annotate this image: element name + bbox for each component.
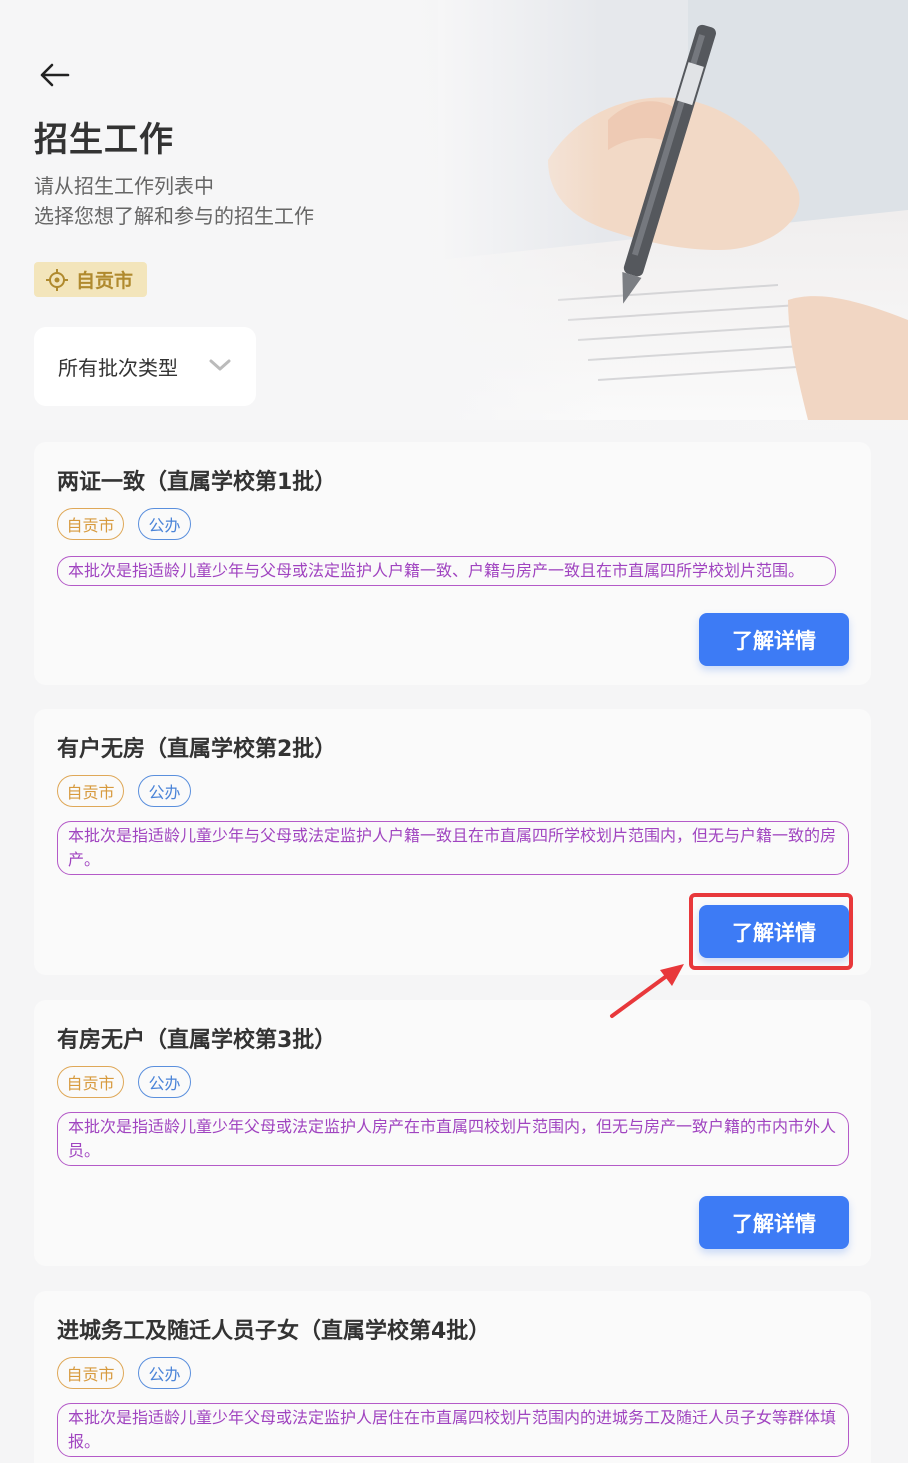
city-tag: 自贡市 bbox=[57, 1066, 124, 1098]
view-details-button[interactable]: 了解详情 bbox=[699, 1196, 849, 1249]
batch-description: 本批次是指适龄儿童少年与父母或法定监护人户籍一致、户籍与房产一致且在市直属四所学… bbox=[57, 556, 836, 586]
batch-type-label: 所有批次类型 bbox=[58, 356, 178, 380]
view-details-button[interactable]: 了解详情 bbox=[699, 613, 849, 666]
batch-description: 本批次是指适龄儿童少年父母或法定监护人居住在市直属四校划片范围内的进城务工及随迁… bbox=[57, 1403, 849, 1457]
batch-card: 有户无房（直属学校第2批） 自贡市 公办 本批次是指适龄儿童少年与父母或法定监护… bbox=[34, 709, 871, 975]
page-title: 招生工作 bbox=[34, 120, 174, 160]
batch-card: 两证一致（直属学校第1批） 自贡市 公办 本批次是指适龄儿童少年与父母或法定监护… bbox=[34, 442, 871, 685]
subtitle-line-1: 请从招生工作列表中 bbox=[34, 174, 214, 198]
back-button[interactable] bbox=[36, 60, 72, 90]
school-type-tag: 公办 bbox=[138, 1357, 191, 1389]
annotation-arrow-icon bbox=[610, 964, 684, 1018]
city-tag: 自贡市 bbox=[57, 508, 124, 540]
batch-title: 有户无房（直属学校第2批） bbox=[57, 737, 337, 762]
school-type-tag: 公办 bbox=[138, 508, 191, 540]
batch-title: 两证一致（直属学校第1批） bbox=[57, 470, 337, 495]
batch-type-dropdown[interactable]: 所有批次类型 bbox=[34, 327, 256, 406]
chevron-down-icon bbox=[209, 359, 231, 371]
school-type-tag: 公办 bbox=[138, 1066, 191, 1098]
location-badge[interactable]: 自贡市 bbox=[34, 262, 148, 297]
city-tag: 自贡市 bbox=[57, 1357, 124, 1389]
writing-hand-illustration bbox=[438, 0, 908, 420]
subtitle-line-2: 选择您想了解和参与的招生工作 bbox=[34, 204, 314, 228]
city-tag: 自贡市 bbox=[57, 775, 124, 807]
school-type-tag: 公办 bbox=[138, 775, 191, 807]
location-label: 自贡市 bbox=[76, 270, 134, 292]
batch-title: 有房无户（直属学校第3批） bbox=[57, 1028, 337, 1053]
location-target-icon bbox=[46, 268, 68, 291]
batch-description: 本批次是指适龄儿童少年与父母或法定监护人户籍一致且在市直属四所学校划片范围内，但… bbox=[57, 821, 849, 875]
arrow-left-icon bbox=[40, 63, 70, 87]
batch-description: 本批次是指适龄儿童少年父母或法定监护人房产在市直属四校划片范围内，但无与房产一致… bbox=[57, 1112, 849, 1166]
view-details-button[interactable]: 了解详情 bbox=[699, 905, 849, 958]
batch-title: 进城务工及随迁人员子女（直属学校第4批） bbox=[57, 1319, 491, 1344]
batch-card: 进城务工及随迁人员子女（直属学校第4批） 自贡市 公办 本批次是指适龄儿童少年父… bbox=[34, 1291, 871, 1463]
batch-card: 有房无户（直属学校第3批） 自贡市 公办 本批次是指适龄儿童少年父母或法定监护人… bbox=[34, 1000, 871, 1266]
